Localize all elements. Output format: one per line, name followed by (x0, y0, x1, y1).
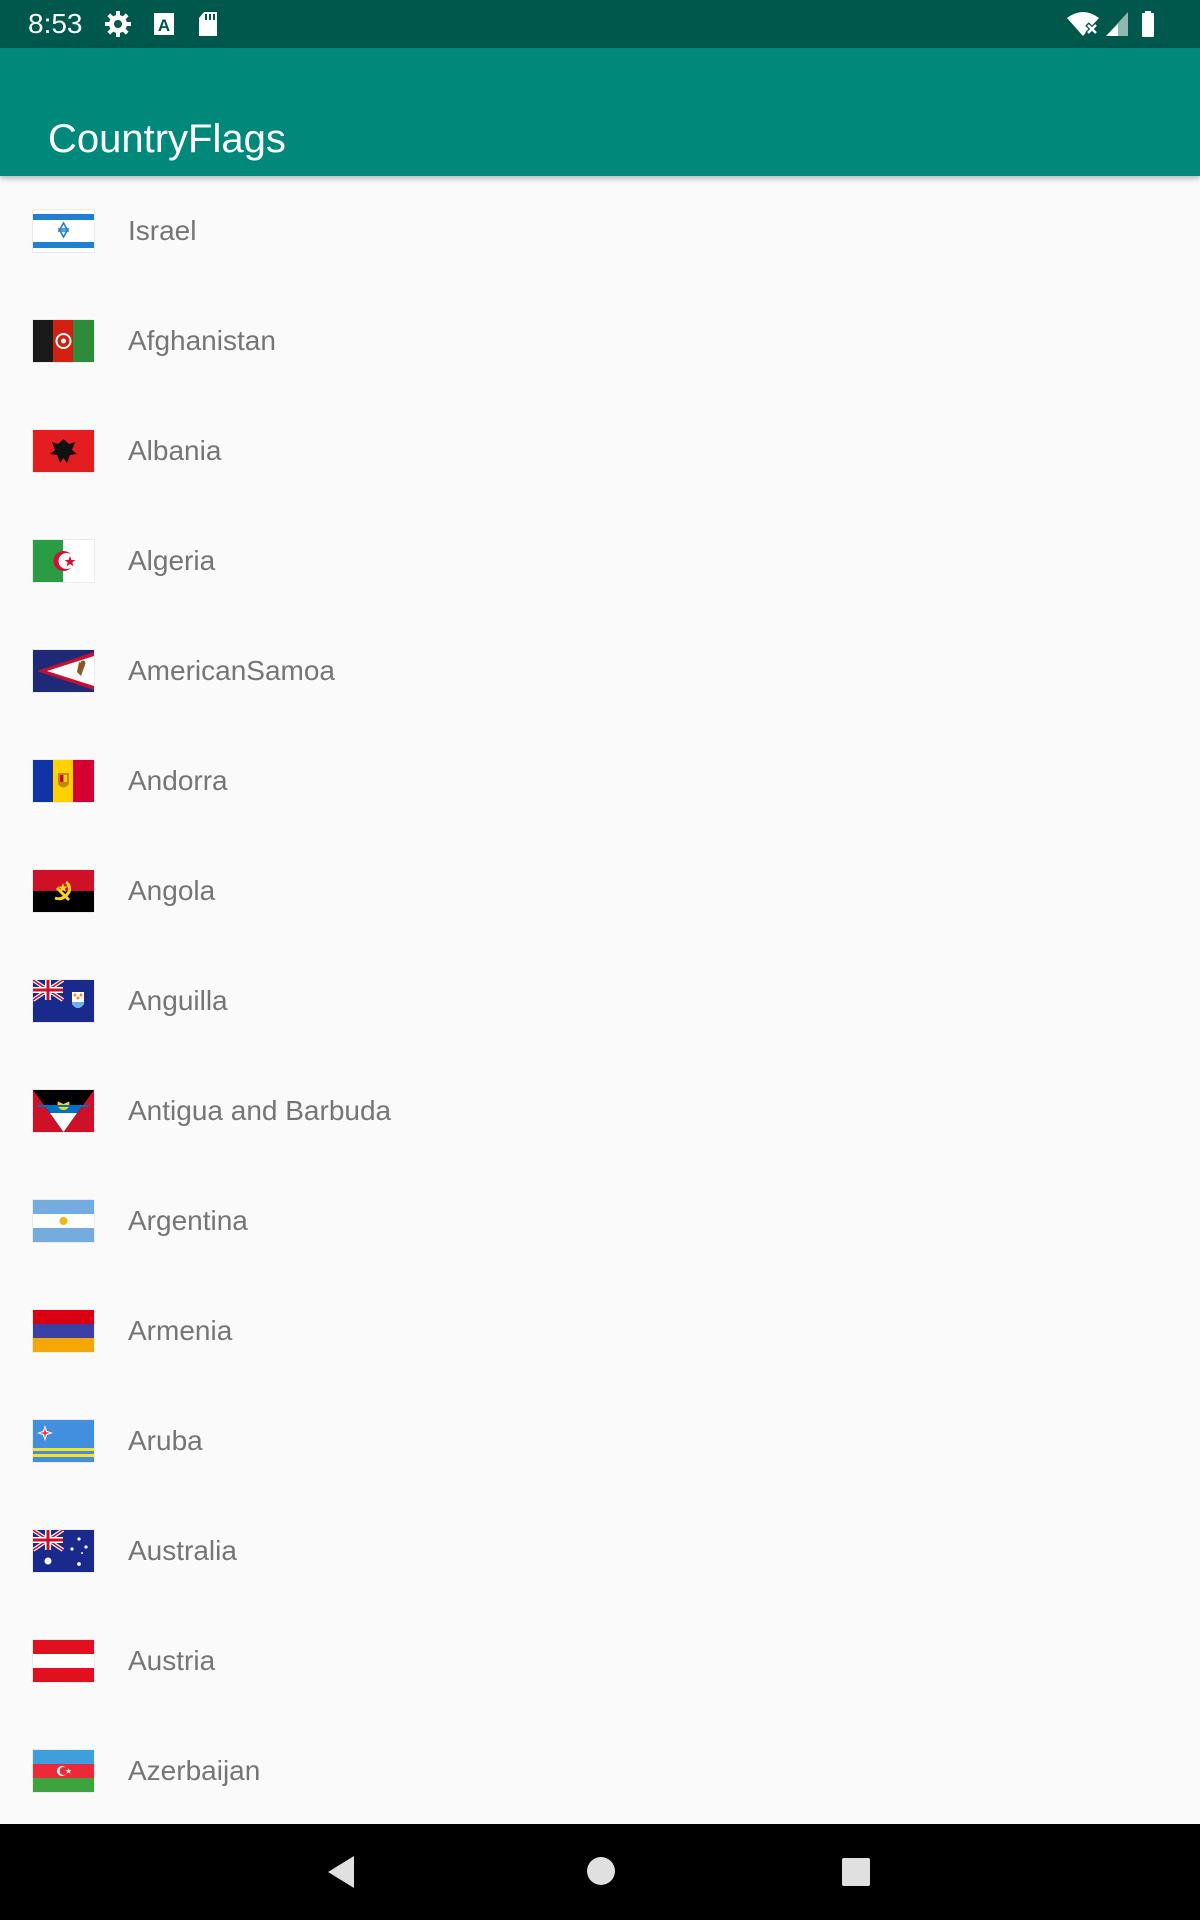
american-samoa-flag-icon (33, 650, 94, 692)
country-row[interactable]: Argentina (0, 1166, 1200, 1276)
azerbaijan-flag-icon (33, 1750, 94, 1792)
battery-icon (1140, 10, 1156, 43)
navigation-bar (0, 1824, 1200, 1920)
afghanistan-flag-icon (33, 320, 94, 362)
albania-flag-icon (33, 430, 94, 472)
anguilla-flag-icon (33, 980, 94, 1022)
cell-signal-icon (1104, 10, 1130, 43)
country-row[interactable]: Austria (0, 1606, 1200, 1716)
svg-text:A: A (158, 16, 170, 35)
country-name: Israel (128, 215, 197, 246)
country-name: Australia (128, 1535, 237, 1566)
country-name: Afghanistan (128, 325, 276, 356)
country-row[interactable]: Andorra (0, 726, 1200, 836)
country-name: Azerbaijan (128, 1755, 261, 1786)
andorra-flag-icon (33, 760, 94, 802)
country-row[interactable]: Afghanistan (0, 286, 1200, 396)
wifi-off-icon (1066, 10, 1100, 43)
country-row[interactable]: Anguilla (0, 946, 1200, 1056)
sd-card-icon (196, 10, 220, 43)
country-name: Armenia (128, 1315, 233, 1346)
country-row[interactable]: Australia (0, 1496, 1200, 1606)
settings-gear-icon (104, 10, 132, 43)
status-time: 8:53 (28, 8, 83, 39)
country-row[interactable]: Antigua and Barbuda (0, 1056, 1200, 1166)
status-bar: 8:53 A (0, 0, 1200, 48)
country-row[interactable]: Armenia (0, 1276, 1200, 1386)
country-name: Angola (128, 875, 216, 906)
country-row[interactable]: Aruba (0, 1386, 1200, 1496)
country-name: Argentina (128, 1205, 248, 1236)
australia-flag-icon (33, 1530, 94, 1572)
country-name: Albania (128, 435, 222, 466)
recents-icon[interactable] (841, 1857, 871, 1892)
argentina-flag-icon (33, 1200, 94, 1242)
country-name: Anguilla (128, 985, 228, 1016)
text-a-icon: A (152, 10, 176, 43)
country-name: Algeria (128, 545, 216, 576)
country-name: Aruba (128, 1425, 203, 1456)
armenia-flag-icon (33, 1310, 94, 1352)
country-row[interactable]: Albania (0, 396, 1200, 506)
country-name: Antigua and Barbuda (128, 1095, 392, 1126)
country-row[interactable]: AmericanSamoa (0, 616, 1200, 726)
antigua-barbuda-flag-icon (33, 1090, 94, 1132)
country-row[interactable]: Angola (0, 836, 1200, 946)
country-name: Austria (128, 1645, 216, 1676)
aruba-flag-icon (33, 1420, 94, 1462)
angola-flag-icon (33, 870, 94, 912)
austria-flag-icon (33, 1640, 94, 1682)
home-icon[interactable] (586, 1856, 616, 1891)
country-row[interactable]: Algeria (0, 506, 1200, 616)
app-bar: CountryFlags (0, 48, 1200, 176)
israel-flag-icon (33, 210, 94, 252)
country-list[interactable]: Israel Afghanistan Albania Algeria Ameri… (0, 176, 1200, 1824)
back-icon[interactable] (326, 1854, 356, 1895)
country-row[interactable]: Israel (0, 176, 1200, 286)
country-row[interactable]: Azerbaijan (0, 1716, 1200, 1824)
status-system-icons (1066, 10, 1176, 38)
country-name: AmericanSamoa (128, 655, 335, 686)
algeria-flag-icon (33, 540, 94, 582)
country-name: Andorra (128, 765, 228, 796)
